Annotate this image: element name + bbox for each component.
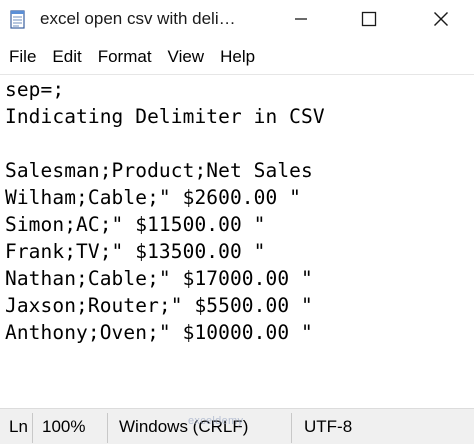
editor-line: Salesman;Product;Net Sales [5,159,313,182]
maximize-icon [361,11,377,27]
text-editor[interactable]: sep=; Indicating Delimiter in CSV Salesm… [0,74,474,408]
status-encoding: UTF-8 [304,417,353,436]
editor-line: Frank;TV;" $13500.00 " [5,240,266,263]
menu-view[interactable]: View [160,42,213,72]
status-zoom: 100% [42,417,86,436]
close-button[interactable] [418,0,464,38]
status-divider [32,413,33,443]
minimize-icon [295,18,307,20]
menu-format[interactable]: Format [90,42,160,72]
close-icon [434,12,448,26]
editor-line: Jaxson;Router;" $5500.00 " [5,294,313,317]
editor-line: Simon;AC;" $11500.00 " [5,213,266,236]
maximize-button[interactable] [346,0,392,38]
menu-bar: File Edit Format View Help [0,40,474,74]
notepad-icon [10,10,25,29]
editor-line: Wilham;Cable;" $2600.00 " [5,186,301,209]
editor-line: sep=; [5,78,65,101]
status-divider [291,413,292,443]
watermark-logo: exceldemy [188,415,244,427]
status-line-position: Ln [9,417,28,436]
window-title: excel open csv with deli… [40,9,236,28]
minimize-button[interactable] [278,0,324,38]
editor-line: Indicating Delimiter in CSV [5,105,325,128]
editor-line: Nathan;Cable;" $17000.00 " [5,267,313,290]
status-bar: Ln 100% Windows (CRLF) exceldemy UTF-8 [0,408,474,444]
menu-edit[interactable]: Edit [44,42,89,72]
editor-line: Anthony;Oven;" $10000.00 " [5,321,313,344]
menu-help[interactable]: Help [212,42,263,72]
status-divider [107,413,108,443]
menu-file[interactable]: File [1,42,44,72]
title-bar: excel open csv with deli… [0,0,474,38]
